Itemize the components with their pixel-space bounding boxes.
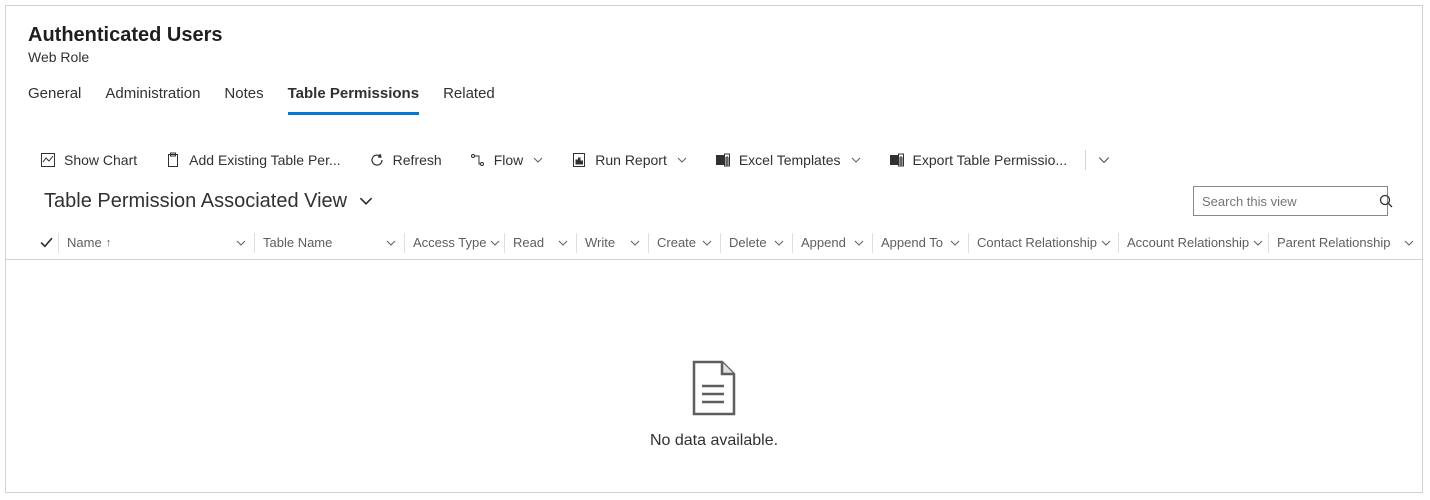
page-container: Authenticated Users Web Role General Adm…	[5, 5, 1423, 493]
column-label: Table Name	[263, 235, 332, 250]
column-account-relationship[interactable]: Account Relationship	[1118, 233, 1268, 253]
column-delete[interactable]: Delete	[720, 233, 792, 253]
chevron-down-icon	[1404, 238, 1414, 248]
overflow-button[interactable]	[1092, 150, 1116, 170]
flow-icon	[470, 152, 486, 168]
flow-button[interactable]: Flow	[458, 148, 556, 172]
chevron-down-icon	[558, 238, 568, 248]
empty-message: No data available.	[650, 432, 778, 450]
chevron-down-icon	[677, 155, 687, 165]
chevron-down-icon	[851, 155, 861, 165]
column-table-name[interactable]: Table Name	[254, 233, 404, 253]
refresh-icon	[369, 152, 385, 168]
column-name[interactable]: Name ↑	[58, 233, 254, 253]
column-label: Append	[801, 235, 846, 250]
tab-administration[interactable]: Administration	[105, 85, 200, 115]
view-selector[interactable]: Table Permission Associated View	[44, 190, 373, 213]
select-all-checkbox[interactable]	[34, 236, 58, 249]
refresh-button[interactable]: Refresh	[357, 148, 454, 172]
column-access-type[interactable]: Access Type	[404, 233, 504, 253]
tab-notes[interactable]: Notes	[224, 85, 263, 115]
body-scroll[interactable]: Show Chart Add Existing Table Per... Ref…	[6, 136, 1422, 492]
page-title: Authenticated Users	[28, 24, 1400, 47]
empty-state: No data available.	[6, 260, 1422, 450]
page-subtitle: Web Role	[28, 49, 1400, 65]
page-header: Authenticated Users Web Role	[6, 6, 1422, 69]
add-existing-button[interactable]: Add Existing Table Per...	[153, 148, 353, 172]
excel-icon	[715, 152, 731, 168]
show-chart-button[interactable]: Show Chart	[28, 148, 149, 172]
tab-general[interactable]: General	[28, 85, 81, 115]
search-box[interactable]	[1193, 186, 1388, 216]
chevron-down-icon	[359, 194, 373, 208]
tab-table-permissions[interactable]: Table Permissions	[288, 85, 419, 115]
column-label: Delete	[729, 235, 767, 250]
tab-bar: General Administration Notes Table Permi…	[6, 69, 1422, 115]
chevron-down-icon	[854, 238, 864, 248]
chevron-down-icon	[1098, 154, 1110, 166]
excel-templates-label: Excel Templates	[739, 152, 841, 168]
body-inner: Show Chart Add Existing Table Per... Ref…	[6, 136, 1422, 492]
chevron-down-icon	[386, 238, 396, 248]
column-append-to[interactable]: Append To	[872, 233, 968, 253]
search-input[interactable]	[1202, 194, 1378, 209]
chevron-down-icon	[774, 238, 784, 248]
command-bar: Show Chart Add Existing Table Per... Ref…	[6, 136, 1422, 180]
column-label: Append To	[881, 235, 943, 250]
column-label: Write	[585, 235, 615, 250]
refresh-label: Refresh	[393, 152, 442, 168]
column-label: Create	[657, 235, 696, 250]
document-icon	[690, 360, 738, 416]
content-area: Authenticated Users Web Role General Adm…	[6, 6, 1422, 492]
chevron-down-icon	[1101, 238, 1111, 248]
export-button[interactable]: Export Table Permissio...	[877, 148, 1080, 172]
column-label: Name	[67, 235, 102, 250]
toolbar-separator	[1085, 150, 1086, 170]
view-selector-row: Table Permission Associated View	[6, 180, 1422, 226]
show-chart-label: Show Chart	[64, 152, 137, 168]
chevron-down-icon	[236, 238, 246, 248]
search-icon[interactable]	[1378, 193, 1394, 209]
run-report-button[interactable]: Run Report	[559, 148, 699, 172]
chart-icon	[40, 152, 56, 168]
flow-label: Flow	[494, 152, 524, 168]
column-label: Read	[513, 235, 544, 250]
clipboard-icon	[165, 152, 181, 168]
grid-header: Name ↑ Table Name Access Type Read Write	[6, 226, 1422, 260]
column-append[interactable]: Append	[792, 233, 872, 253]
add-existing-label: Add Existing Table Per...	[189, 152, 341, 168]
view-title: Table Permission Associated View	[44, 190, 347, 213]
column-label: Parent Relationship	[1277, 235, 1390, 250]
column-label: Contact Relationship	[977, 235, 1097, 250]
report-icon	[571, 152, 587, 168]
chevron-down-icon	[702, 238, 712, 248]
tab-related[interactable]: Related	[443, 85, 495, 115]
column-parent-relationship[interactable]: Parent Relationship	[1268, 233, 1422, 253]
chevron-down-icon	[630, 238, 640, 248]
excel-export-icon	[889, 152, 905, 168]
column-contact-relationship[interactable]: Contact Relationship	[968, 233, 1118, 253]
chevron-down-icon	[533, 155, 543, 165]
chevron-down-icon	[1253, 238, 1263, 248]
export-label: Export Table Permissio...	[913, 152, 1068, 168]
sort-ascending-icon: ↑	[106, 237, 112, 249]
column-label: Account Relationship	[1127, 235, 1249, 250]
column-create[interactable]: Create	[648, 233, 720, 253]
column-read[interactable]: Read	[504, 233, 576, 253]
column-label: Access Type	[413, 235, 486, 250]
run-report-label: Run Report	[595, 152, 667, 168]
excel-templates-button[interactable]: Excel Templates	[703, 148, 873, 172]
column-write[interactable]: Write	[576, 233, 648, 253]
chevron-down-icon	[490, 238, 500, 248]
chevron-down-icon	[950, 238, 960, 248]
